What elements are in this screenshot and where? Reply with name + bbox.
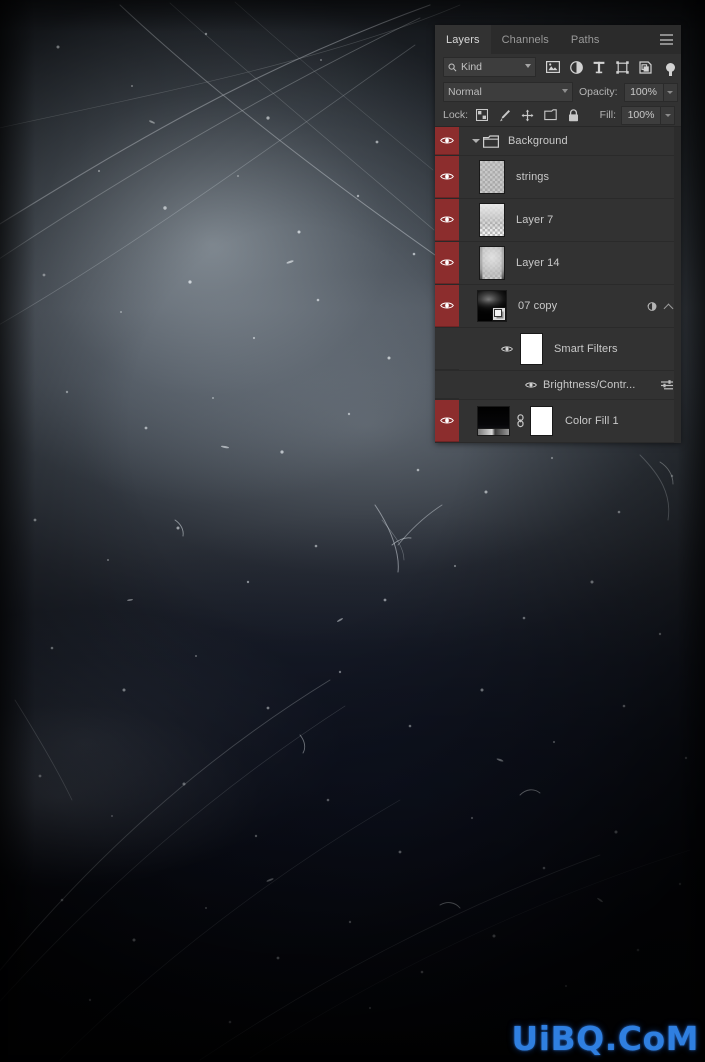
eye-visible-icon: [440, 302, 454, 309]
thumbnail-gradient-bar: [478, 428, 509, 435]
layer-visibility-toggle[interactable]: [435, 400, 459, 442]
smart-filter-indicator-icon[interactable]: [645, 300, 658, 313]
blend-mode-select[interactable]: Normal: [443, 82, 573, 102]
row-gap: [459, 127, 469, 155]
layer-filter-row: Kind: [435, 54, 681, 80]
layer-name: strings: [516, 171, 550, 183]
lock-row: Lock: Fill: 100%: [435, 104, 681, 127]
layer-name: Layer 14: [516, 257, 560, 269]
lock-position-icon[interactable]: [521, 109, 534, 122]
opacity-stepper[interactable]: [663, 82, 678, 102]
layer-visibility-toggle[interactable]: [435, 199, 459, 241]
smart-filter-mask-thumbnail[interactable]: [520, 333, 543, 365]
table-row[interactable]: Background: [435, 127, 681, 156]
layer-visibility-toggle[interactable]: [435, 156, 459, 198]
eye-visible-icon: [440, 417, 454, 424]
blend-mode-row: Normal Opacity: 100%: [435, 80, 681, 104]
table-row[interactable]: Smart Filters: [435, 328, 681, 371]
layer-name: Smart Filters: [554, 343, 618, 355]
filter-kind-label: Kind: [461, 61, 483, 73]
row-gap: [459, 285, 469, 327]
lock-artboard-nesting-icon[interactable]: [544, 109, 557, 122]
filter-pixel-layers-icon[interactable]: [546, 60, 560, 74]
table-row[interactable]: Brightness/Contr...: [435, 371, 681, 400]
row-gap: [459, 242, 469, 284]
blend-mode-value: Normal: [448, 86, 482, 98]
layer-thumbnail[interactable]: [479, 160, 505, 194]
opacity-label: Opacity:: [579, 86, 618, 98]
fill-input[interactable]: 100%: [621, 105, 661, 125]
filter-toggle-icon[interactable]: [666, 62, 675, 76]
layer-visibility-toggle[interactable]: [435, 127, 459, 155]
layer-thumbnail[interactable]: [479, 203, 505, 237]
row-gap: [459, 400, 469, 442]
lock-transparent-pixels-icon[interactable]: [475, 109, 488, 122]
layer-list[interactable]: Background strings Layer 7 Layer 14 07 c…: [435, 127, 681, 443]
row-gap: [459, 199, 469, 241]
fill-stepper[interactable]: [661, 105, 675, 125]
layers-panel: Layers Channels Paths Kind Normal Opacit…: [435, 25, 681, 443]
tab-channels-label: Channels: [501, 33, 549, 46]
layer-name: Layer 7: [516, 214, 554, 226]
tab-layers-label: Layers: [446, 33, 480, 46]
lock-icon-group: [475, 108, 580, 122]
panel-scrollbar[interactable]: [674, 127, 681, 443]
filter-adjustment-layers-icon[interactable]: [569, 60, 583, 74]
smart-filter-eye-spacer: [435, 371, 459, 399]
eye-visible-icon: [440, 216, 454, 223]
layer-thumbnail[interactable]: [477, 290, 507, 322]
layer-visibility-toggle[interactable]: [435, 285, 459, 327]
link-chain-icon[interactable]: [515, 414, 525, 428]
thumbnail-content: [480, 161, 504, 193]
filter-icon-group: [546, 60, 675, 76]
eye-visible-icon: [440, 173, 454, 180]
chevron-down-icon: [562, 89, 568, 93]
folder-icon: [483, 134, 499, 148]
table-row[interactable]: Layer 14: [435, 242, 681, 285]
tab-paths-label: Paths: [570, 33, 600, 46]
table-row[interactable]: 07 copy: [435, 285, 681, 328]
thumbnail-content: [480, 204, 504, 236]
eye-visible-icon[interactable]: [525, 381, 537, 389]
filter-settings-sliders-icon[interactable]: [660, 379, 674, 391]
tab-layers[interactable]: Layers: [435, 25, 491, 54]
table-row[interactable]: Layer 7: [435, 199, 681, 242]
layer-name: 07 copy: [518, 300, 558, 312]
panel-tab-strip: Layers Channels Paths: [435, 25, 681, 54]
chevron-down-icon[interactable]: [471, 137, 480, 146]
tab-channels[interactable]: Channels: [490, 25, 560, 54]
eye-visible-icon: [440, 259, 454, 266]
fill-label: Fill:: [599, 109, 616, 121]
table-row[interactable]: strings: [435, 156, 681, 199]
table-row[interactable]: Color Fill 1: [435, 400, 681, 443]
filter-shape-layers-icon[interactable]: [615, 60, 629, 74]
smart-filters-eye-spacer: [435, 328, 459, 370]
layer-name: Background: [508, 135, 568, 147]
lock-image-pixels-icon[interactable]: [498, 109, 511, 122]
fill-group: Fill: 100%: [599, 105, 677, 125]
lock-all-icon[interactable]: [567, 108, 580, 122]
search-icon: [448, 62, 457, 71]
layer-mask-thumbnail[interactable]: [530, 406, 553, 436]
filter-kind-select[interactable]: Kind: [443, 57, 536, 77]
layer-thumbnail[interactable]: [479, 246, 505, 280]
layer-thumbnail[interactable]: [477, 406, 510, 436]
chevron-down-icon: [525, 64, 531, 68]
filter-smart-object-layers-icon[interactable]: [638, 60, 652, 74]
thumbnail-content: [480, 247, 504, 279]
lock-label: Lock:: [443, 109, 469, 121]
filter-type-layers-icon[interactable]: [592, 60, 606, 74]
layer-visibility-toggle[interactable]: [435, 242, 459, 284]
eye-visible-icon[interactable]: [501, 345, 513, 353]
hamburger-menu-icon[interactable]: [660, 34, 673, 45]
chevron-up-icon[interactable]: [665, 302, 674, 311]
layer-name: Color Fill 1: [565, 415, 619, 427]
tab-paths[interactable]: Paths: [559, 25, 611, 54]
opacity-input[interactable]: 100%: [623, 82, 664, 102]
layer-name: Brightness/Contr...: [543, 379, 636, 391]
smart-object-badge-icon: [492, 307, 506, 321]
row-gap: [459, 156, 469, 198]
eye-visible-icon: [440, 137, 454, 144]
